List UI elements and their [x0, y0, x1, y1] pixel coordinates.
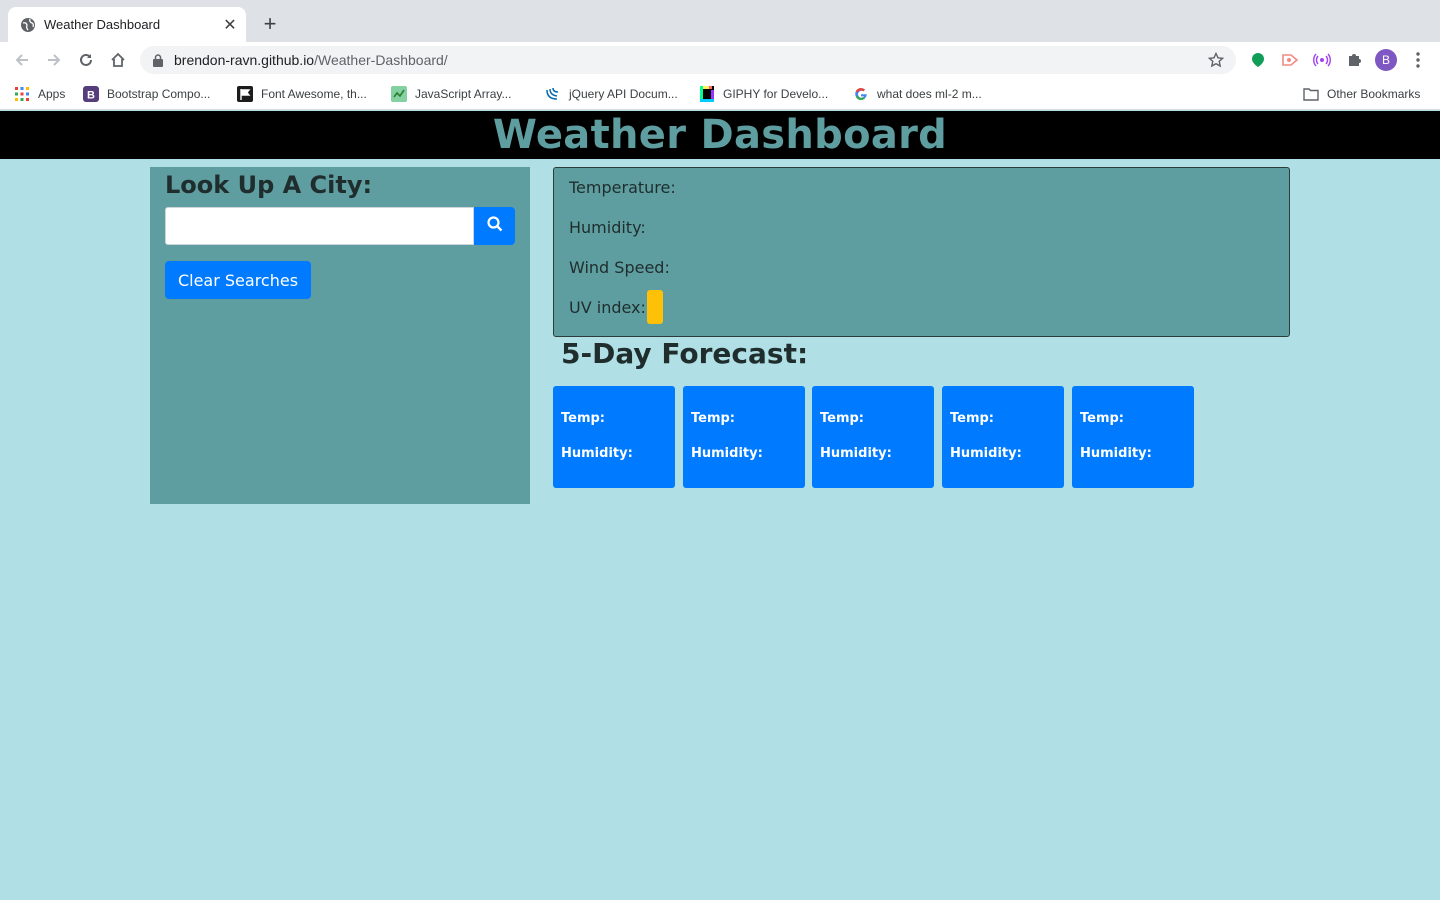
search-heading: Look Up A City:: [165, 171, 373, 199]
browser-toolbar: brendon-ravn.github.io/Weather-Dashboard…: [0, 42, 1440, 78]
bookmark-jquery[interactable]: jQuery API Docum...: [545, 84, 678, 104]
home-icon[interactable]: [106, 48, 130, 72]
city-search-input[interactable]: [165, 207, 474, 245]
other-bookmarks-label: Other Bookmarks: [1327, 87, 1421, 101]
wind-speed-label: Wind Speed:: [569, 258, 670, 277]
jquery-icon: [545, 86, 561, 102]
forecast-temp-label: Temp:: [561, 411, 606, 426]
bookmark-label: Apps: [38, 87, 66, 101]
forecast-card: Temp: Humidity:: [812, 386, 934, 488]
bookmark-label: JavaScript Array...: [415, 87, 512, 101]
forecast-card: Temp: Humidity:: [683, 386, 805, 488]
lock-icon[interactable]: [152, 53, 164, 67]
forecast-title: 5-Day Forecast:: [561, 337, 809, 370]
forecast-humidity-label: Humidity:: [1080, 446, 1152, 461]
other-bookmarks[interactable]: Other Bookmarks: [1303, 84, 1420, 104]
bookmark-label: what does ml-2 m...: [877, 87, 982, 101]
bookmark-font-awesome[interactable]: Font Awesome, th...: [237, 84, 367, 104]
svg-text:B: B: [87, 90, 95, 102]
search-button[interactable]: [474, 207, 515, 245]
current-weather-panel: Temperature: Humidity: Wind Speed: UV in…: [553, 167, 1290, 337]
browser-tab[interactable]: Weather Dashboard ✕: [8, 7, 246, 42]
city-search-panel: Look Up A City: Clear Searches: [150, 167, 530, 504]
bookmark-label: jQuery API Docum...: [569, 87, 678, 101]
forecast-humidity-label: Humidity:: [561, 446, 633, 461]
address-bar[interactable]: brendon-ravn.github.io/Weather-Dashboard…: [140, 46, 1236, 74]
font-awesome-flag-icon: [237, 86, 253, 102]
forecast-temp-label: Temp:: [950, 411, 995, 426]
bookmark-giphy[interactable]: GIPHY for Develo...: [699, 84, 828, 104]
humidity-label: Humidity:: [569, 218, 646, 237]
close-tab-icon[interactable]: ✕: [222, 17, 238, 34]
bookmark-label: GIPHY for Develo...: [723, 87, 829, 101]
bookmarks-bar: Apps B Bootstrap Compo... Font Awesome, …: [0, 78, 1440, 110]
forecast-humidity-label: Humidity:: [950, 446, 1022, 461]
cast-extension-icon[interactable]: [1280, 50, 1300, 70]
temperature-label: Temperature:: [569, 178, 676, 197]
forecast-humidity-label: Humidity:: [820, 446, 892, 461]
broadcast-extension-icon[interactable]: [1312, 50, 1332, 70]
bookmark-apps[interactable]: Apps: [14, 84, 65, 104]
profile-avatar[interactable]: B: [1375, 49, 1397, 71]
more-menu-icon[interactable]: [1408, 48, 1428, 72]
forecast-card: Temp: Humidity:: [942, 386, 1064, 488]
google-icon: [853, 86, 869, 102]
url-path: /Weather-Dashboard/: [314, 52, 448, 68]
forecast-temp-label: Temp:: [820, 411, 865, 426]
browser-tabstrip: Weather Dashboard ✕ +: [0, 0, 1440, 42]
javascript-icon: [391, 86, 407, 102]
forward-arrow-icon[interactable]: [42, 48, 66, 72]
forecast-temp-label: Temp:: [691, 411, 736, 426]
bookmark-label: Bootstrap Compo...: [107, 87, 211, 101]
bookmark-label: Font Awesome, th...: [261, 87, 367, 101]
bookmark-bootstrap[interactable]: B Bootstrap Compo...: [83, 84, 210, 104]
back-arrow-icon[interactable]: [10, 48, 34, 72]
forecast-temp-label: Temp:: [1080, 411, 1125, 426]
uv-index-label: UV index:: [569, 297, 646, 317]
puzzle-extensions-icon[interactable]: [1344, 50, 1364, 70]
bootstrap-icon: B: [83, 86, 99, 102]
forecast-card: Temp: Humidity:: [1072, 386, 1194, 488]
new-tab-icon[interactable]: +: [258, 11, 282, 36]
globe-icon: [20, 17, 36, 33]
clear-searches-button[interactable]: Clear Searches: [165, 261, 311, 299]
forecast-card: Temp: Humidity:: [553, 386, 675, 488]
reload-icon[interactable]: [74, 48, 98, 72]
page-header: Weather Dashboard: [0, 111, 1440, 159]
forecast-humidity-label: Humidity:: [691, 446, 763, 461]
giphy-icon: [699, 86, 715, 102]
bookmark-google-search[interactable]: what does ml-2 m...: [853, 84, 982, 104]
uv-index-row: UV index:: [569, 290, 663, 324]
url-text: brendon-ravn.github.io/Weather-Dashboard…: [174, 52, 1206, 68]
folder-icon: [1303, 86, 1319, 102]
tab-title: Weather Dashboard: [44, 17, 161, 32]
url-host: brendon-ravn.github.io: [174, 52, 315, 68]
uv-index-badge: [646, 290, 663, 324]
green-extension-icon[interactable]: [1248, 50, 1268, 70]
star-bookmark-icon[interactable]: [1206, 50, 1226, 70]
apps-grid-icon: [14, 86, 30, 102]
page-title: Weather Dashboard: [492, 112, 948, 158]
search-icon: [486, 215, 503, 237]
bookmark-javascript-array[interactable]: JavaScript Array...: [391, 84, 511, 104]
